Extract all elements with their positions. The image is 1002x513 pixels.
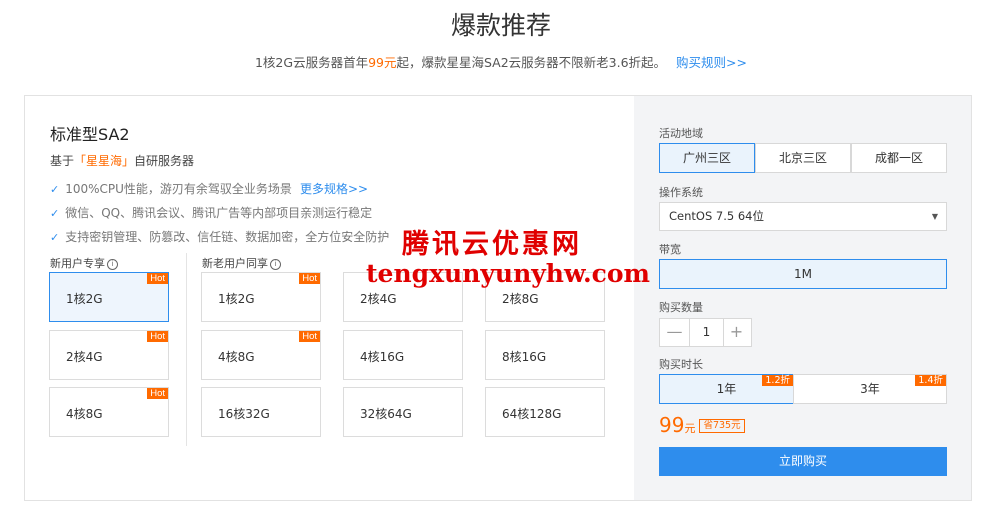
discount-badge: 1.2折: [762, 375, 793, 386]
spec-label: 2核4G: [360, 292, 397, 306]
spec-label: 4核16G: [360, 350, 405, 364]
info-icon[interactable]: i: [270, 259, 281, 270]
saving-badge: 省735元: [699, 419, 745, 433]
region-option-chengdu1[interactable]: 成都一区: [851, 143, 947, 173]
group-label-text: 新用户专享: [50, 257, 105, 270]
info-icon[interactable]: i: [107, 259, 118, 270]
price-unit: 元: [684, 422, 696, 435]
more-specs-link[interactable]: 更多规格>>: [300, 182, 368, 196]
watermark-en: tengxunyunyhw.com: [366, 259, 651, 288]
feature-text: 支持密钥管理、防篡改、信任链、数据加密，全方位安全防护: [65, 230, 390, 244]
check-icon: ✓: [50, 183, 60, 196]
region-option-beijing3[interactable]: 北京三区: [755, 143, 851, 173]
region-option-guangzhou3[interactable]: 广州三区: [659, 143, 755, 173]
subtitle-text: 1核2G云服务器首年: [254, 55, 369, 70]
hot-badge: Hot: [147, 331, 168, 342]
desc-text: 基于: [50, 154, 75, 168]
group-divider: [186, 253, 187, 446]
spec-label: 64核128G: [502, 407, 562, 421]
spec-label: 4核8G: [218, 350, 255, 364]
price-display: 99元 省735元: [659, 413, 745, 437]
quantity-stepper: — 1 +: [659, 318, 752, 347]
bandwidth-option[interactable]: 1M: [659, 259, 947, 289]
duration-label: 购买时长: [659, 358, 703, 371]
desc-text-rest: 自研服务器: [134, 154, 195, 168]
hot-badge: Hot: [299, 331, 320, 342]
quantity-input[interactable]: 1: [689, 319, 724, 346]
spec-card-16c32g[interactable]: 16核32G: [201, 387, 321, 437]
product-description: 基于「星星海」自研服务器: [50, 152, 194, 169]
discount-badge: 1.4折: [915, 375, 946, 386]
os-label: 操作系统: [659, 186, 703, 199]
spec-card-4c8g[interactable]: 4核8G Hot: [201, 330, 321, 380]
spec-card-32c64g[interactable]: 32核64G: [343, 387, 463, 437]
spec-card-new-1c2g[interactable]: 1核2G Hot: [49, 272, 169, 322]
hot-badge: Hot: [147, 388, 168, 399]
spec-card-4c16g[interactable]: 4核16G: [343, 330, 463, 380]
spec-label: 32核64G: [360, 407, 412, 421]
check-icon: ✓: [50, 231, 60, 244]
feature-item: ✓ 100%CPU性能，游刃有余驾驭全业务场景 更多规格>>: [50, 180, 368, 197]
os-selected-value: CentOS 7.5 64位: [669, 209, 764, 223]
minus-button[interactable]: —: [660, 319, 689, 346]
promo-subtitle: 1核2G云服务器首年99元起，爆款星星海SA2云服务器不限新老3.6折起。 购买规…: [0, 52, 1002, 71]
spec-label: 8核16G: [502, 350, 547, 364]
spec-card-1c2g[interactable]: 1核2G Hot: [201, 272, 321, 322]
spec-label: 2核8G: [502, 292, 539, 306]
spec-card-new-4c8g[interactable]: 4核8G Hot: [49, 387, 169, 437]
desc-brand: 「星星海」: [74, 154, 135, 168]
os-select[interactable]: CentOS 7.5 64位 ▼: [659, 202, 947, 231]
check-icon: ✓: [50, 207, 60, 220]
feature-item: ✓ 支持密钥管理、防篡改、信任链、数据加密，全方位安全防护: [50, 228, 389, 245]
spec-card-8c16g[interactable]: 8核16G: [485, 330, 605, 380]
buy-now-button[interactable]: 立即购买: [659, 447, 947, 476]
purchase-rules-link[interactable]: 购买规则>>: [676, 55, 747, 70]
feature-text: 微信、QQ、腾讯会议、腾讯广告等内部项目亲测运行稳定: [65, 206, 373, 220]
new-user-group-label: 新用户专享 i: [50, 255, 118, 271]
product-name: 标准型SA2: [50, 125, 130, 144]
all-user-group-label: 新老用户同享 i: [202, 255, 281, 271]
spec-card-new-2c4g[interactable]: 2核4G Hot: [49, 330, 169, 380]
duration-option-1y[interactable]: 1年 1.2折: [659, 374, 794, 404]
duration-option-3y[interactable]: 3年 1.4折: [793, 374, 947, 404]
spec-label: 1核2G: [218, 292, 255, 306]
caret-down-icon: ▼: [931, 212, 938, 221]
hot-badge: Hot: [299, 273, 320, 284]
page-title: 爆款推荐: [450, 11, 551, 40]
feature-item: ✓ 微信、QQ、腾讯会议、腾讯广告等内部项目亲测运行稳定: [50, 204, 372, 221]
spec-label: 2核4G: [66, 350, 103, 364]
subtitle-text-rest: 起，爆款星星海SA2云服务器不限新老3.6折起。: [396, 55, 667, 70]
group-label-text: 新老用户同享: [202, 257, 268, 270]
duration-text: 3年: [860, 382, 880, 396]
spec-card-64c128g[interactable]: 64核128G: [485, 387, 605, 437]
watermark-cn: 腾讯云优惠网: [402, 229, 582, 260]
region-label: 活动地域: [659, 127, 703, 140]
feature-text: 100%CPU性能，游刃有余驾驭全业务场景: [65, 182, 292, 196]
subtitle-price: 99元: [368, 55, 397, 70]
bandwidth-label: 带宽: [659, 243, 681, 256]
price-value: 99: [659, 413, 685, 437]
quantity-label: 购买数量: [659, 301, 703, 314]
duration-text: 1年: [716, 382, 737, 396]
plus-button[interactable]: +: [722, 319, 751, 346]
spec-label: 16核32G: [218, 407, 270, 421]
spec-label: 4核8G: [66, 407, 103, 421]
hot-badge: Hot: [147, 273, 168, 284]
spec-label: 1核2G: [66, 292, 103, 306]
